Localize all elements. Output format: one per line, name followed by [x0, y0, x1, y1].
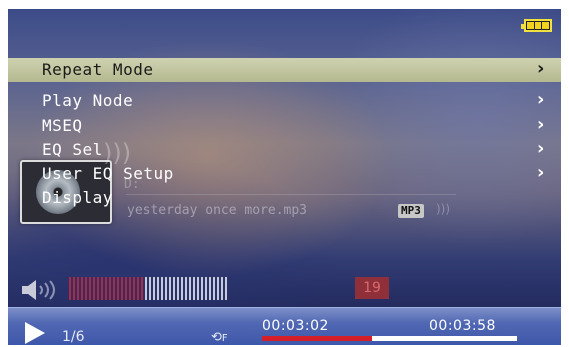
volume-tick: [137, 277, 139, 300]
volume-level: 19: [355, 277, 389, 299]
volume-tick: [145, 277, 147, 300]
menu-item-user-eq-setup[interactable]: User EQ Setup: [42, 164, 174, 183]
menu-item-play-node[interactable]: Play Node: [42, 91, 133, 110]
chevron-right-icon: ›: [537, 58, 545, 79]
volume-tick: [225, 277, 227, 300]
sound-wave-icon: ))): [103, 139, 132, 167]
volume-tick: [213, 277, 215, 300]
volume-tick: [113, 277, 115, 300]
volume-tick: [221, 277, 223, 300]
format-badge: MP3: [398, 204, 424, 218]
volume-tick: [177, 277, 179, 300]
volume-tick: [133, 277, 135, 300]
chevron-right-icon: ›: [537, 138, 545, 159]
battery-icon: [521, 19, 552, 32]
progress-bar[interactable]: [262, 336, 517, 341]
volume-tick: [205, 277, 207, 300]
volume-tick: [169, 277, 171, 300]
elapsed-time: 00:03:02: [262, 318, 329, 334]
volume-bar[interactable]: [69, 277, 227, 300]
menu-item-display[interactable]: Display: [42, 188, 113, 207]
chevron-right-icon: ›: [537, 162, 545, 183]
volume-tick: [197, 277, 199, 300]
volume-tick: [209, 277, 211, 300]
track-name: yesterday once more.mp3: [127, 203, 308, 218]
volume-tick: [97, 277, 99, 300]
volume-tick: [121, 277, 123, 300]
volume-tick: [105, 277, 107, 300]
volume-tick: [129, 277, 131, 300]
volume-tick: [101, 277, 103, 300]
repeat-icon: ⟲F: [211, 330, 228, 345]
volume-tick: [193, 277, 195, 300]
volume-tick: [109, 277, 111, 300]
chevron-right-icon: ›: [537, 89, 545, 110]
volume-tick: [89, 277, 91, 300]
volume-tick: [149, 277, 151, 300]
play-icon[interactable]: [25, 322, 45, 344]
menu-item-mseq[interactable]: MSEQ: [42, 116, 83, 135]
total-time: 00:03:58: [429, 318, 496, 334]
volume-tick: [77, 277, 79, 300]
volume-tick: [165, 277, 167, 300]
volume-tick: [201, 277, 203, 300]
volume-tick: [161, 277, 163, 300]
divider: [126, 194, 456, 195]
volume-tick: [189, 277, 191, 300]
volume-tick: [69, 277, 71, 300]
volume-tick: [93, 277, 95, 300]
progress-fill: [262, 336, 372, 341]
format-wave-icon: ))): [436, 202, 451, 216]
volume-tick: [81, 277, 83, 300]
volume-tick: [85, 277, 87, 300]
volume-tick: [185, 277, 187, 300]
chevron-right-icon: ›: [537, 114, 545, 135]
volume-tick: [157, 277, 159, 300]
menu-item-eq-sel[interactable]: EQ Sel: [42, 140, 103, 159]
volume-tick: [141, 277, 143, 300]
volume-tick: [173, 277, 175, 300]
track-index: 1/6: [62, 329, 85, 345]
volume-tick: [181, 277, 183, 300]
volume-tick: [217, 277, 219, 300]
player-screen: ))) D: yesterday once more.mp3 MP3 ))) R…: [8, 9, 561, 345]
playback-bar: 1/6 ⟲F 00:03:02 00:03:58: [8, 307, 561, 345]
volume-tick: [125, 277, 127, 300]
volume-tick: [117, 277, 119, 300]
volume-tick: [73, 277, 75, 300]
repeat-mode-letter: F: [221, 333, 228, 344]
speaker-icon: [22, 280, 66, 304]
menu-item-repeat-mode[interactable]: Repeat Mode: [42, 60, 153, 79]
volume-tick: [153, 277, 155, 300]
